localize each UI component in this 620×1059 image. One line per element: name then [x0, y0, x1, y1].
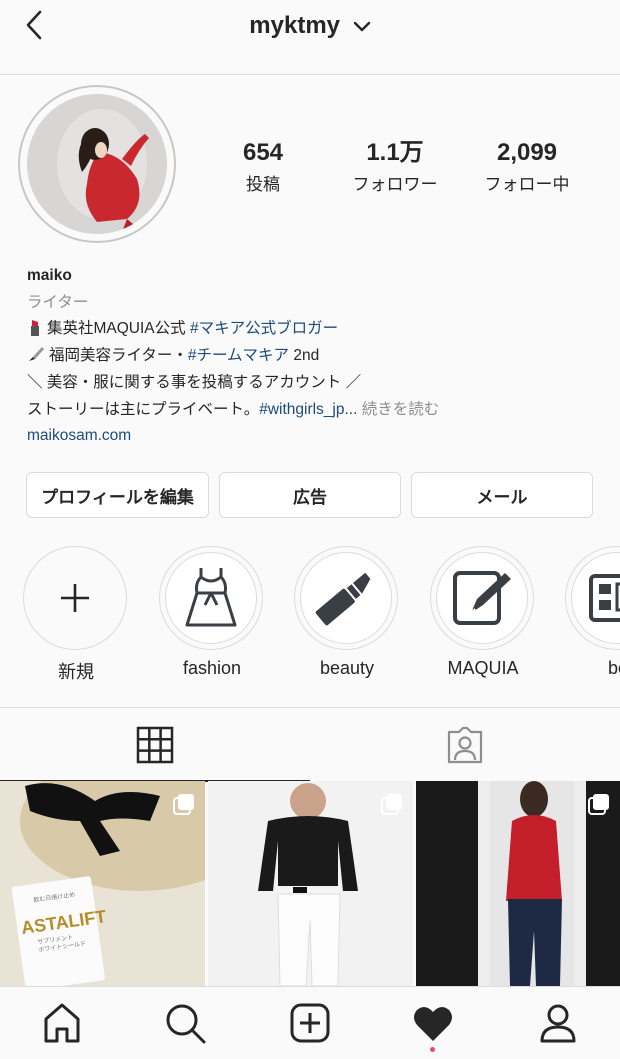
highlight-label: beauty — [319, 658, 375, 678]
profile-icon — [540, 1004, 576, 1043]
multiple-posts-icon — [173, 794, 194, 815]
profile-category: ライター — [27, 293, 89, 311]
edit-profile-button[interactable]: プロフィールを編集 — [26, 472, 209, 518]
tab-grid[interactable] — [0, 708, 310, 782]
dress-icon — [185, 568, 237, 627]
bio-line-4: ストーリーは主にプライベート。#withgirls_jp... 続きを読む — [27, 400, 440, 418]
nav-new-post[interactable] — [285, 1001, 335, 1047]
highlight-new[interactable]: 新規 — [23, 546, 129, 684]
tagged-person-icon — [447, 726, 483, 763]
profile-avatar-ring[interactable] — [18, 85, 176, 243]
followers-count[interactable]: 1.1万 フォロワー — [325, 138, 465, 195]
username-title: myktmy — [249, 12, 341, 39]
notification-dot — [430, 1047, 435, 1052]
profile-bio: maiko ライター 集英社MAQUIA公式 #マキア公式ブロガー 福岡美容ライ… — [27, 263, 607, 450]
posts-count-label: 投稿 — [246, 175, 280, 194]
ads-button[interactable]: 広告 — [219, 472, 401, 518]
following-count-label: フォロー中 — [484, 175, 570, 194]
post-thumbnail[interactable] — [416, 781, 620, 986]
nav-profile[interactable] — [533, 1001, 583, 1047]
posts-count[interactable]: 654 投稿 — [193, 138, 333, 195]
account-switcher[interactable]: myktmy — [0, 12, 620, 40]
multiple-posts-icon — [588, 794, 609, 815]
highlight-label: 新規 — [58, 662, 94, 682]
highlight-fashion[interactable]: fashion — [159, 546, 265, 679]
posts-count-value: 654 — [242, 139, 284, 166]
lipstick-icon — [315, 572, 371, 626]
hashtag-link[interactable]: #チームマキア — [188, 347, 289, 364]
followers-count-label: フォロワー — [352, 175, 438, 194]
bio-line-3: ＼ 美容・服に関する事を投稿するアカウント ／ — [27, 373, 362, 391]
nav-home[interactable] — [37, 1001, 87, 1047]
hashtag-link[interactable]: #withgirls_jp... — [259, 401, 357, 418]
search-icon — [166, 1004, 206, 1044]
grid-icon — [136, 726, 174, 763]
highlight-bo[interactable]: bo — [565, 546, 620, 679]
following-count-value: 2,099 — [496, 139, 558, 166]
highlight-ring — [23, 546, 127, 650]
nav-activity[interactable] — [408, 1001, 458, 1047]
hashtag-link[interactable]: #マキア公式ブロガー — [190, 320, 338, 337]
chevron-down-icon — [353, 21, 370, 31]
highlight-maquia[interactable]: MAQUIA — [430, 546, 536, 679]
story-highlights: 新規 fashion beauty MAQUIA b — [0, 546, 620, 686]
palette-icon — [589, 574, 620, 622]
brush-emoji-icon — [29, 347, 45, 362]
bottom-nav — [0, 986, 620, 1059]
bio-line-1: 集英社MAQUIA公式 #マキア公式ブロガー — [27, 316, 607, 343]
highlight-ring — [565, 546, 620, 650]
plus-icon — [61, 584, 89, 612]
tab-tagged[interactable] — [310, 708, 620, 781]
post-thumbnail[interactable]: ASTALIFT 飲む日焼け止め サプリメント ホワイトシールド — [0, 781, 205, 986]
lipstick-emoji-icon — [31, 320, 39, 337]
highlight-label: MAQUIA — [447, 658, 519, 678]
pen-paper-icon — [453, 571, 511, 625]
post-thumbnail[interactable] — [208, 781, 413, 986]
heart-icon — [414, 1006, 452, 1041]
home-icon — [44, 1003, 80, 1043]
following-count[interactable]: 2,099 フォロー中 — [457, 138, 597, 195]
nav-search[interactable] — [160, 1001, 210, 1047]
posts-grid: ASTALIFT 飲む日焼け止め サプリメント ホワイトシールド — [0, 781, 620, 986]
highlight-ring — [294, 546, 398, 650]
highlight-ring — [159, 546, 263, 650]
highlight-label: bo — [607, 658, 620, 678]
read-more-link[interactable]: 続きを読む — [357, 401, 440, 418]
avatar — [27, 94, 167, 234]
profile-tabs — [0, 707, 620, 782]
highlight-ring — [430, 546, 534, 650]
mail-button[interactable]: メール — [411, 472, 593, 518]
multiple-posts-icon — [381, 794, 402, 815]
highlight-label: fashion — [182, 658, 242, 678]
new-post-icon — [290, 1003, 330, 1043]
website-link[interactable]: maikosam.com — [27, 423, 607, 450]
top-bar: myktmy — [0, 0, 620, 75]
followers-count-value: 1.1万 — [366, 139, 424, 166]
bio-line-2: 福岡美容ライター・#チームマキア 2nd — [27, 343, 607, 370]
profile-name: maiko — [27, 267, 72, 284]
highlight-beauty[interactable]: beauty — [294, 546, 400, 679]
